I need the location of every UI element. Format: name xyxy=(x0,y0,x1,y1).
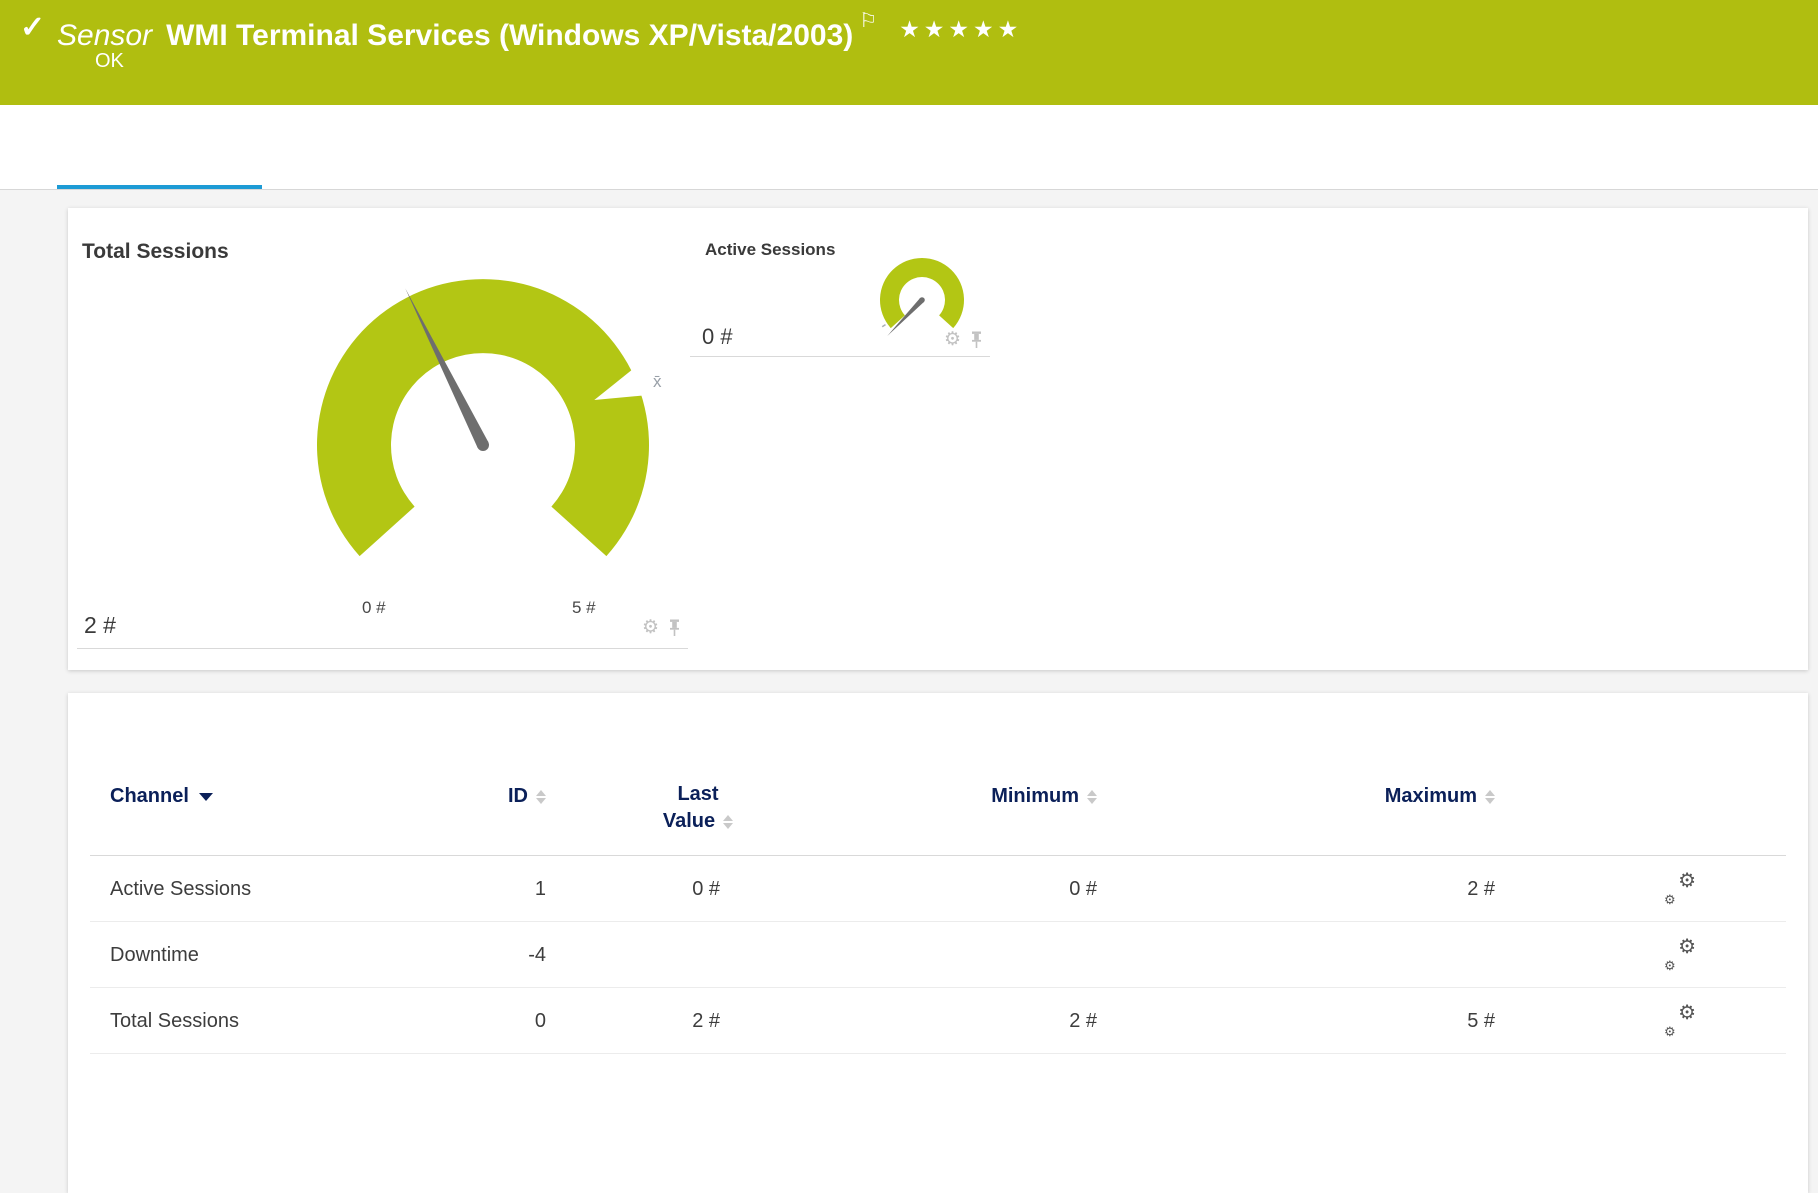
sort-desc-icon xyxy=(199,793,213,801)
column-header-channel[interactable]: Channel xyxy=(110,785,213,808)
gauge-pin-icon[interactable] xyxy=(668,619,681,637)
channel-name: Active Sessions xyxy=(110,856,251,922)
channel-minimum xyxy=(997,922,1097,988)
channel-settings-icon[interactable]: ⚙⚙ xyxy=(1664,938,1696,972)
column-header-last-value[interactable]: Last Value xyxy=(638,783,758,833)
gauge-ring xyxy=(880,258,964,328)
row-divider xyxy=(90,1053,1786,1054)
priority-stars[interactable]: ★★★★★ xyxy=(899,16,1022,42)
column-header-channel-label: Channel xyxy=(110,785,189,808)
column-header-id-label: ID xyxy=(508,785,528,808)
status-badge: OK xyxy=(95,50,124,73)
tab-bar: Overview ((•)) Live Data 2 days 30 days … xyxy=(0,105,1818,190)
channel-maximum: 2 # xyxy=(1395,856,1495,922)
active-sessions-gauge-title: Active Sessions xyxy=(705,240,835,260)
channel-name: Total Sessions xyxy=(110,988,239,1054)
total-sessions-min-label: 0 # xyxy=(362,598,386,618)
gauge-ring xyxy=(317,279,649,556)
channel-minimum: 2 # xyxy=(997,988,1097,1054)
column-header-last-label: Last xyxy=(677,783,718,806)
column-header-minimum[interactable]: Minimum xyxy=(937,785,1097,808)
channel-name: Downtime xyxy=(110,922,199,988)
total-sessions-tile-rule xyxy=(77,648,688,649)
channel-last-value xyxy=(620,922,720,988)
column-header-value-label: Value xyxy=(663,810,715,833)
channel-maximum xyxy=(1395,922,1495,988)
gauge-pin-icon[interactable] xyxy=(970,331,983,349)
channel-last-value: 2 # xyxy=(620,988,720,1054)
column-header-minimum-label: Minimum xyxy=(991,785,1079,808)
total-sessions-current-value: 2 # xyxy=(84,612,116,639)
active-sessions-tile-rule xyxy=(690,356,990,357)
gauge-needle-pivot xyxy=(919,297,925,303)
gauge-gear-icon[interactable]: ⚙ xyxy=(944,328,961,351)
channel-id: 1 xyxy=(446,856,546,922)
object-kind-label: Sensor xyxy=(57,19,152,52)
channel-settings-icon[interactable]: ⚙⚙ xyxy=(1664,1004,1696,1038)
total-sessions-gauge: x̄ xyxy=(313,275,693,627)
gauge-gear-icon[interactable]: ⚙ xyxy=(642,616,659,639)
column-header-id[interactable]: ID xyxy=(406,785,546,808)
column-header-maximum[interactable]: Maximum xyxy=(1335,785,1495,808)
sensor-title: WMI Terminal Services (Windows XP/Vista/… xyxy=(166,19,853,52)
total-sessions-gauge-title: Total Sessions xyxy=(82,240,229,264)
active-tab-underline xyxy=(57,185,262,189)
gauge-needle-pivot xyxy=(477,439,489,451)
sort-icon xyxy=(1087,790,1097,804)
channel-id: 0 xyxy=(446,988,546,1054)
sort-icon xyxy=(1485,790,1495,804)
gauges-panel: Total Sessions x̄ 0 # 5 # 2 # ⚙ Active S… xyxy=(68,208,1808,670)
channel-last-value: 0 # xyxy=(620,856,720,922)
gauge-average-tick xyxy=(882,325,885,327)
channel-minimum: 0 # xyxy=(997,856,1097,922)
table-row: Total Sessions 0 2 # 2 # 5 # ⚙⚙ xyxy=(68,988,1808,1054)
table-row: Active Sessions 1 0 # 0 # 2 # ⚙⚙ xyxy=(68,856,1808,922)
active-sessions-current-value: 0 # xyxy=(702,324,733,350)
column-header-maximum-label: Maximum xyxy=(1385,785,1477,808)
sensor-status-header: ✓ Sensor WMI Terminal Services (Windows X… xyxy=(0,0,1818,105)
flag-icon[interactable]: ⚐ xyxy=(859,10,877,32)
channels-table-panel: Channel ID Last Value Minimum Maximum Ac… xyxy=(68,693,1808,1193)
channel-maximum: 5 # xyxy=(1395,988,1495,1054)
table-row: Downtime -4 ⚙⚙ xyxy=(68,922,1808,988)
gauge-average-label: x̄ xyxy=(653,372,662,391)
total-sessions-max-label: 5 # xyxy=(572,598,596,618)
sort-icon xyxy=(536,790,546,804)
sort-icon xyxy=(723,815,733,829)
status-ok-check-icon: ✓ xyxy=(20,10,45,45)
channel-settings-icon[interactable]: ⚙⚙ xyxy=(1664,872,1696,906)
channel-id: -4 xyxy=(446,922,546,988)
